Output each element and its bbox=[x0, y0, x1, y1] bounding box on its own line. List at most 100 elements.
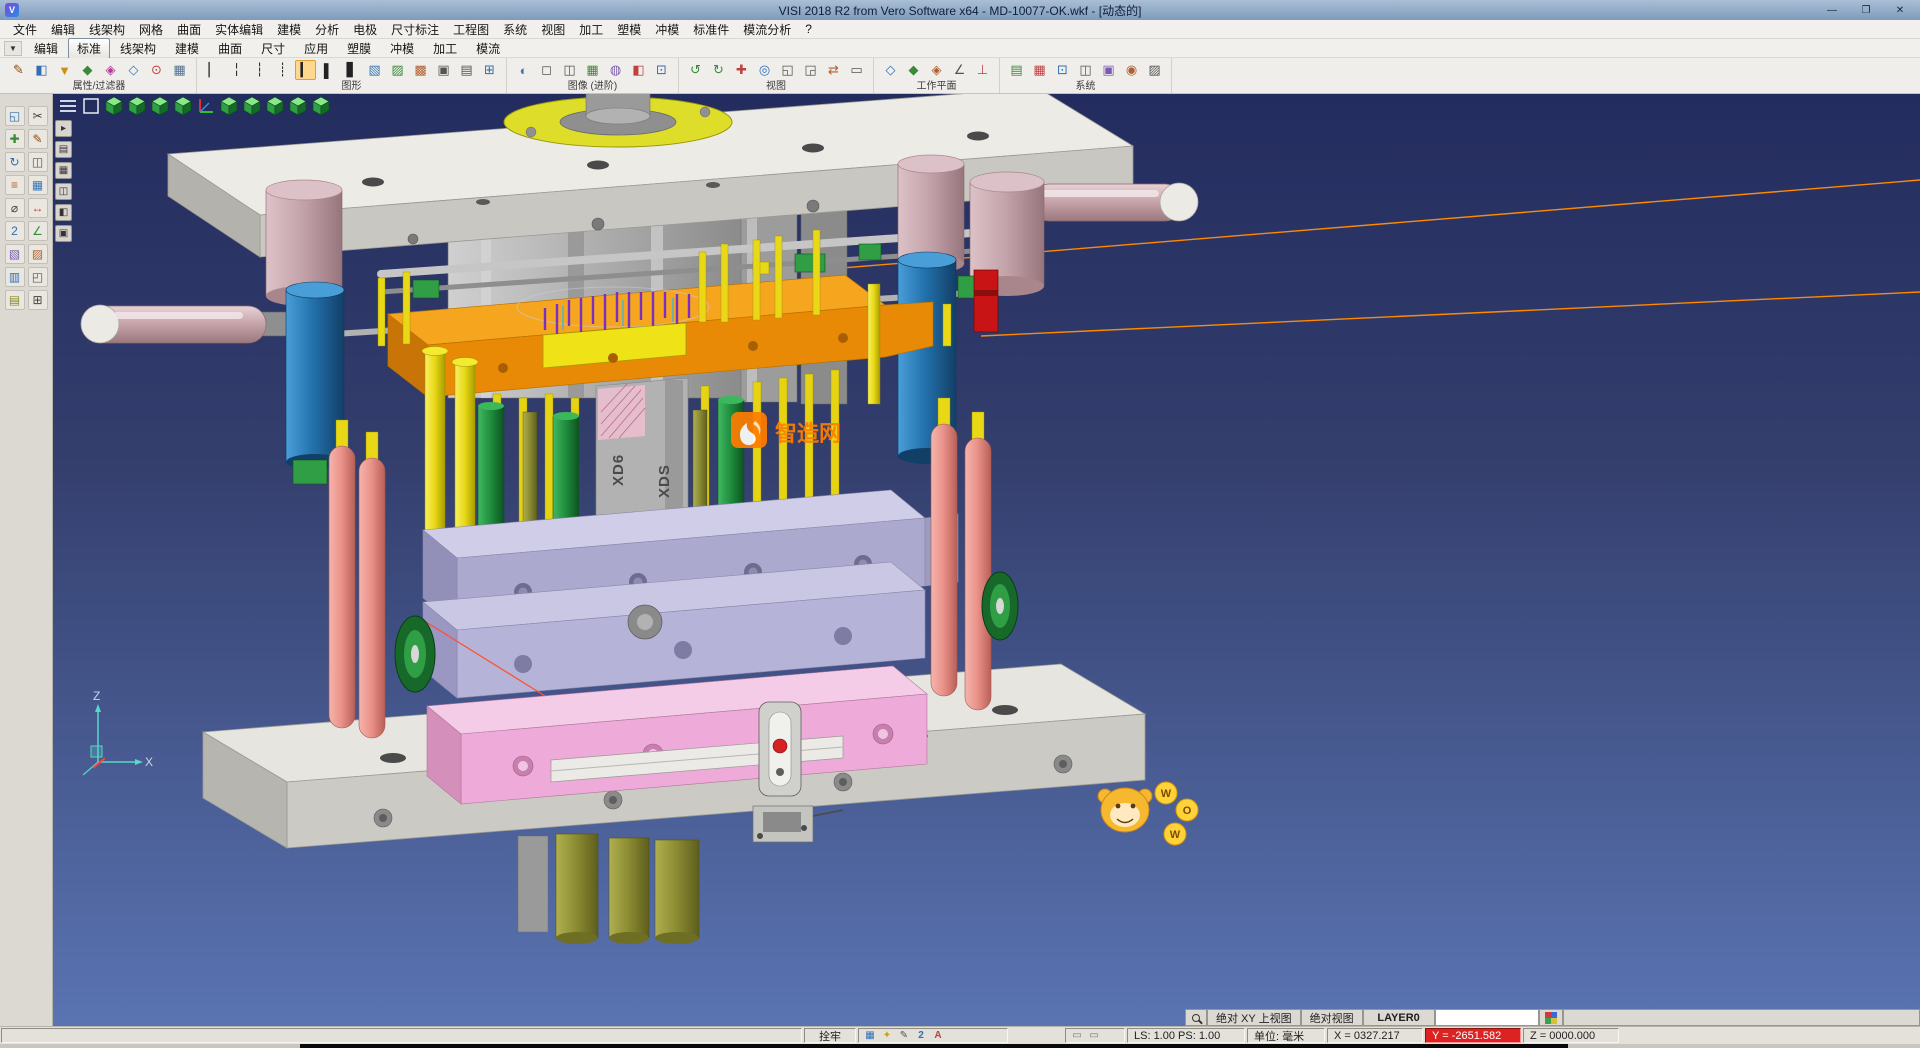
line-style-dashdot-icon[interactable]: ┊ bbox=[272, 60, 293, 80]
layer-selector[interactable]: LAYER0 bbox=[1363, 1009, 1435, 1026]
menu-item-文件[interactable]: 文件 bbox=[6, 20, 44, 39]
workplane-xz-icon[interactable]: ◆ bbox=[903, 60, 924, 80]
mini-select-icon[interactable]: ▸ bbox=[55, 120, 72, 137]
tab-模流[interactable]: 模流 bbox=[467, 38, 509, 59]
mini-measure-icon[interactable]: ◫ bbox=[55, 183, 72, 200]
menu-item-系统[interactable]: 系统 bbox=[496, 20, 534, 39]
clamp-disc-left[interactable] bbox=[395, 616, 435, 692]
menu-item-工程图[interactable]: 工程图 bbox=[446, 20, 496, 39]
menu-item-标准件[interactable]: 标准件 bbox=[686, 20, 736, 39]
filter-all-icon[interactable]: ▦ bbox=[169, 60, 190, 80]
tab-线架构[interactable]: 线架构 bbox=[111, 38, 165, 59]
view-next-icon[interactable]: ◲ bbox=[800, 60, 821, 80]
support-pillars-bottom[interactable] bbox=[518, 834, 699, 944]
workplane-yz-icon[interactable]: ◈ bbox=[926, 60, 947, 80]
clipboard-tool-icon[interactable]: ⊞ bbox=[28, 290, 48, 310]
profile-2-icon[interactable]: 2 bbox=[914, 1029, 928, 1042]
view-iso-2-icon[interactable] bbox=[288, 96, 308, 116]
graphics-grid-icon[interactable]: ▤ bbox=[456, 60, 477, 80]
snap-point-icon[interactable]: ✦ bbox=[880, 1029, 894, 1042]
move-tool-icon[interactable]: ✚ bbox=[5, 129, 25, 149]
offset-tool-icon[interactable]: ≡ bbox=[5, 175, 25, 195]
rotate-tool-icon[interactable]: ↻ bbox=[5, 152, 25, 172]
attribute-brush-icon[interactable]: ◧ bbox=[31, 60, 52, 80]
system-help-icon[interactable]: ▨ bbox=[1144, 60, 1165, 80]
color-hatch-3-icon[interactable]: ▩ bbox=[410, 60, 431, 80]
view-back-icon[interactable] bbox=[242, 96, 262, 116]
micro-switch-block[interactable] bbox=[753, 806, 843, 842]
system-info-icon[interactable]: ◉ bbox=[1121, 60, 1142, 80]
angle-tool-icon[interactable]: ∠ bbox=[28, 221, 48, 241]
menu-item-视图[interactable]: 视图 bbox=[534, 20, 572, 39]
view-top-icon[interactable] bbox=[127, 96, 147, 116]
tab-冲模[interactable]: 冲模 bbox=[381, 38, 423, 59]
font-style-icon[interactable]: A bbox=[931, 1029, 945, 1042]
snap-lock-toggle[interactable]: 拴牢 bbox=[804, 1028, 856, 1043]
menu-item-建模[interactable]: 建模 bbox=[270, 20, 308, 39]
clamp-disc-right[interactable] bbox=[982, 572, 1018, 640]
line-style-dash-icon[interactable]: ╎ bbox=[226, 60, 247, 80]
locating-ring[interactable] bbox=[504, 94, 732, 147]
menu-item-曲面[interactable]: 曲面 bbox=[170, 20, 208, 39]
3d-scene[interactable]: XD6 XDS bbox=[53, 94, 1920, 1026]
zoom-view-icon[interactable]: ◎ bbox=[754, 60, 775, 80]
view-window-icon[interactable]: ▭ bbox=[846, 60, 867, 80]
menu-item-尺寸标注[interactable]: 尺寸标注 bbox=[384, 20, 446, 39]
tab-dropdown-button[interactable]: ▼ bbox=[4, 41, 22, 56]
system-monitor-icon[interactable]: ⊡ bbox=[1052, 60, 1073, 80]
notes-tool-icon[interactable]: ▤ bbox=[5, 290, 25, 310]
view-front-icon[interactable] bbox=[150, 96, 170, 116]
pan-view-icon[interactable]: ✚ bbox=[731, 60, 752, 80]
tab-尺寸[interactable]: 尺寸 bbox=[252, 38, 294, 59]
view-axes-icon[interactable] bbox=[196, 96, 216, 116]
view-iso-icon[interactable] bbox=[104, 96, 124, 116]
workplane-xy-icon[interactable]: ◇ bbox=[880, 60, 901, 80]
wireframe-mode-icon[interactable]: ◻ bbox=[536, 60, 557, 80]
menu-item-网格[interactable]: 网格 bbox=[132, 20, 170, 39]
layers-icon[interactable]: ▤ bbox=[1006, 60, 1027, 80]
filter-elements-icon[interactable]: ▼ bbox=[54, 60, 75, 80]
menu-item-?[interactable]: ? bbox=[798, 21, 819, 37]
absolute-view-button[interactable]: 绝对视图 bbox=[1301, 1009, 1363, 1026]
line-width-3-icon[interactable]: ▋ bbox=[341, 60, 362, 80]
menu-item-冲模[interactable]: 冲模 bbox=[648, 20, 686, 39]
transparency-icon[interactable]: ◍ bbox=[605, 60, 626, 80]
mini-layers-icon[interactable]: ▤ bbox=[55, 141, 72, 158]
maximize-button[interactable]: ❐ bbox=[1851, 2, 1881, 18]
dimension-tool-icon[interactable]: ↔ bbox=[28, 198, 48, 218]
palette-tool-icon[interactable]: ▨ bbox=[28, 244, 48, 264]
tab-塑膜[interactable]: 塑膜 bbox=[338, 38, 380, 59]
system-settings-icon[interactable]: ◫ bbox=[1075, 60, 1096, 80]
layer-colors-icon[interactable] bbox=[1539, 1009, 1563, 1026]
view-menu-icon[interactable] bbox=[58, 96, 78, 116]
doc-slot-2-icon[interactable]: ▭ bbox=[1087, 1029, 1101, 1042]
graphics-screen-icon[interactable]: ⊞ bbox=[479, 60, 500, 80]
doc-slot-1-icon[interactable]: ▭ bbox=[1070, 1029, 1084, 1042]
graphics-box-icon[interactable]: ▣ bbox=[433, 60, 454, 80]
tab-曲面[interactable]: 曲面 bbox=[209, 38, 251, 59]
view-iso-3-icon[interactable] bbox=[311, 96, 331, 116]
viewport[interactable]: XD6 XDS bbox=[53, 94, 1920, 1026]
menu-item-模流分析[interactable]: 模流分析 bbox=[736, 20, 798, 39]
mirror-tool-icon[interactable]: ◫ bbox=[28, 152, 48, 172]
chart-tool-icon[interactable]: ▥ bbox=[5, 267, 25, 287]
menu-item-加工[interactable]: 加工 bbox=[572, 20, 610, 39]
shade-mode-icon[interactable]: ◐ bbox=[513, 60, 534, 80]
line-width-2-icon[interactable]: ▌ bbox=[318, 60, 339, 80]
line-width-1-icon[interactable]: ▎ bbox=[295, 60, 316, 80]
workplane-3points-icon[interactable]: ∠ bbox=[949, 60, 970, 80]
tab-编辑[interactable]: 编辑 bbox=[25, 38, 67, 59]
section-view-icon[interactable]: ◧ bbox=[628, 60, 649, 80]
handle-bar-left[interactable] bbox=[81, 305, 289, 343]
view-right-icon[interactable] bbox=[173, 96, 193, 116]
snap-grid-icon[interactable]: ▦ bbox=[863, 1029, 877, 1042]
line-style-dot-icon[interactable]: ┆ bbox=[249, 60, 270, 80]
menu-item-线架构[interactable]: 线架构 bbox=[82, 20, 132, 39]
tab-加工[interactable]: 加工 bbox=[424, 38, 466, 59]
system-colors-icon[interactable]: ▦ bbox=[1029, 60, 1050, 80]
workplane-normal-icon[interactable]: ⊥ bbox=[972, 60, 993, 80]
tab-应用[interactable]: 应用 bbox=[295, 38, 337, 59]
tab-标准[interactable]: 标准 bbox=[68, 38, 110, 59]
color-hatch-1-icon[interactable]: ▧ bbox=[364, 60, 385, 80]
menu-item-电极[interactable]: 电极 bbox=[346, 20, 384, 39]
